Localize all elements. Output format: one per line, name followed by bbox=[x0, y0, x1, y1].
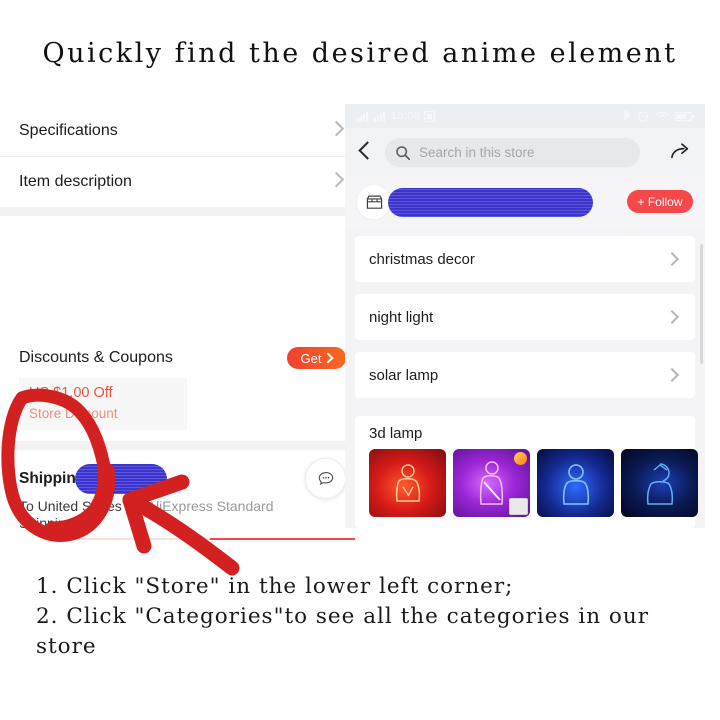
bluetooth-icon bbox=[624, 110, 630, 121]
get-coupon-label: Get bbox=[300, 350, 322, 366]
lamp-thumbnail-purple[interactable] bbox=[453, 449, 530, 517]
instruction-line-3: store bbox=[36, 634, 97, 659]
scrollbar[interactable] bbox=[700, 244, 703, 364]
lamp-thumbnail-blue[interactable] bbox=[537, 449, 614, 517]
row-item-description[interactable]: Item description bbox=[0, 157, 355, 207]
instruction-line-1: 1. Click "Store" in the lower left corne… bbox=[36, 574, 514, 599]
anime-figure-outline bbox=[562, 464, 589, 505]
category-item-solar-lamp[interactable]: solar lamp bbox=[355, 352, 695, 398]
category-label: night light bbox=[369, 308, 434, 326]
avatar[interactable] bbox=[357, 185, 391, 219]
instruction-line-2: 2. Click "Categories"to see all the cate… bbox=[36, 604, 649, 629]
shipping-method: via AliExpress Standard bbox=[125, 498, 274, 514]
instructions: 1. Click "Store" in the lower left corne… bbox=[36, 572, 704, 662]
alarm-icon bbox=[637, 111, 649, 122]
chevron-right-icon bbox=[328, 120, 345, 137]
section-gap bbox=[0, 207, 355, 216]
chevron-right-icon bbox=[664, 309, 680, 325]
signal-icon bbox=[357, 111, 368, 122]
lamp-section: 3d lamp bbox=[355, 416, 698, 528]
chevron-right-icon bbox=[664, 251, 680, 267]
search-input[interactable]: Search in this store bbox=[385, 138, 640, 167]
wifi-icon bbox=[655, 111, 669, 121]
store-header-row: + Follow bbox=[345, 176, 705, 228]
category-item-night-light[interactable]: night light bbox=[355, 294, 695, 340]
category-label: christmas decor bbox=[369, 250, 475, 268]
category-label: solar lamp bbox=[369, 366, 439, 384]
share-icon bbox=[671, 143, 689, 159]
coupon-type: Store Discount bbox=[29, 406, 118, 421]
row-specifications-label: Specifications bbox=[19, 122, 118, 139]
page-title: Quickly find the desired anime element bbox=[42, 38, 678, 69]
lamp-section-title: 3d lamp bbox=[369, 425, 423, 442]
status-bar-left: 15:06 bbox=[357, 110, 436, 122]
shipping-destination: To United States via AliExpress Standard bbox=[19, 498, 273, 514]
sim-icon bbox=[424, 110, 436, 122]
follow-button[interactable]: + Follow bbox=[627, 190, 693, 213]
badge-thumbnail bbox=[509, 498, 528, 515]
status-bar-time: 15:06 bbox=[391, 110, 421, 122]
category-item-christmas-decor[interactable]: christmas decor bbox=[355, 236, 695, 282]
status-bar-right bbox=[623, 110, 695, 122]
status-bar: 15:06 bbox=[345, 104, 705, 128]
signal-icon bbox=[374, 111, 385, 122]
row-item-description-label: Item description bbox=[19, 173, 132, 190]
chat-button[interactable] bbox=[305, 458, 346, 499]
buy-now-button[interactable]: BUY NOW bbox=[210, 538, 355, 540]
battery-icon bbox=[675, 111, 695, 121]
lamp-thumbnail-list bbox=[369, 449, 698, 517]
section-gap bbox=[0, 441, 355, 450]
search-icon bbox=[396, 145, 411, 160]
add-to-cart-button[interactable]: ADD TO CART bbox=[58, 538, 210, 540]
get-coupon-button[interactable]: Get bbox=[287, 347, 346, 369]
coupon-card[interactable]: US $1.00 Off Store Discount bbox=[19, 378, 187, 430]
chevron-right-icon bbox=[664, 367, 680, 383]
shipping-method-cont: Shipping bbox=[19, 515, 74, 531]
share-button[interactable] bbox=[670, 141, 692, 166]
search-row: Search in this store bbox=[345, 128, 705, 176]
left-phone-screenshot: Specifications Item description Discount… bbox=[0, 106, 355, 540]
discounts-title: Discounts & Coupons bbox=[19, 349, 173, 366]
store-button[interactable]: STORE bbox=[0, 538, 58, 540]
coupon-amount: US $1.00 Off bbox=[29, 385, 113, 401]
back-chevron-icon[interactable] bbox=[358, 141, 377, 160]
chevron-right-icon bbox=[328, 171, 345, 188]
anime-figure-outline bbox=[646, 463, 673, 505]
chevron-right-icon bbox=[322, 352, 335, 364]
action-bar: STORE ADD TO CART BUY NOW bbox=[0, 538, 355, 540]
badge-icon bbox=[514, 452, 527, 465]
lamp-thumbnail-red[interactable] bbox=[369, 449, 446, 517]
search-placeholder: Search in this store bbox=[419, 145, 535, 160]
right-phone-screenshot: 15:06 Search in this store + Follow chri… bbox=[345, 104, 705, 528]
anime-figure-outline bbox=[395, 464, 420, 502]
storefront-icon bbox=[366, 195, 382, 209]
shipping-destination-prefix: To United States bbox=[19, 498, 126, 514]
anime-figure-outline bbox=[479, 461, 503, 505]
lamp-thumbnail-dark-blue[interactable] bbox=[621, 449, 698, 517]
chat-bubble-icon bbox=[318, 471, 333, 485]
redaction-blue-store-name bbox=[388, 188, 593, 217]
screenshot-root: Quickly find the desired anime element S… bbox=[0, 0, 720, 720]
row-specifications[interactable]: Specifications bbox=[0, 106, 355, 156]
redaction-blue-shipping bbox=[75, 464, 167, 494]
